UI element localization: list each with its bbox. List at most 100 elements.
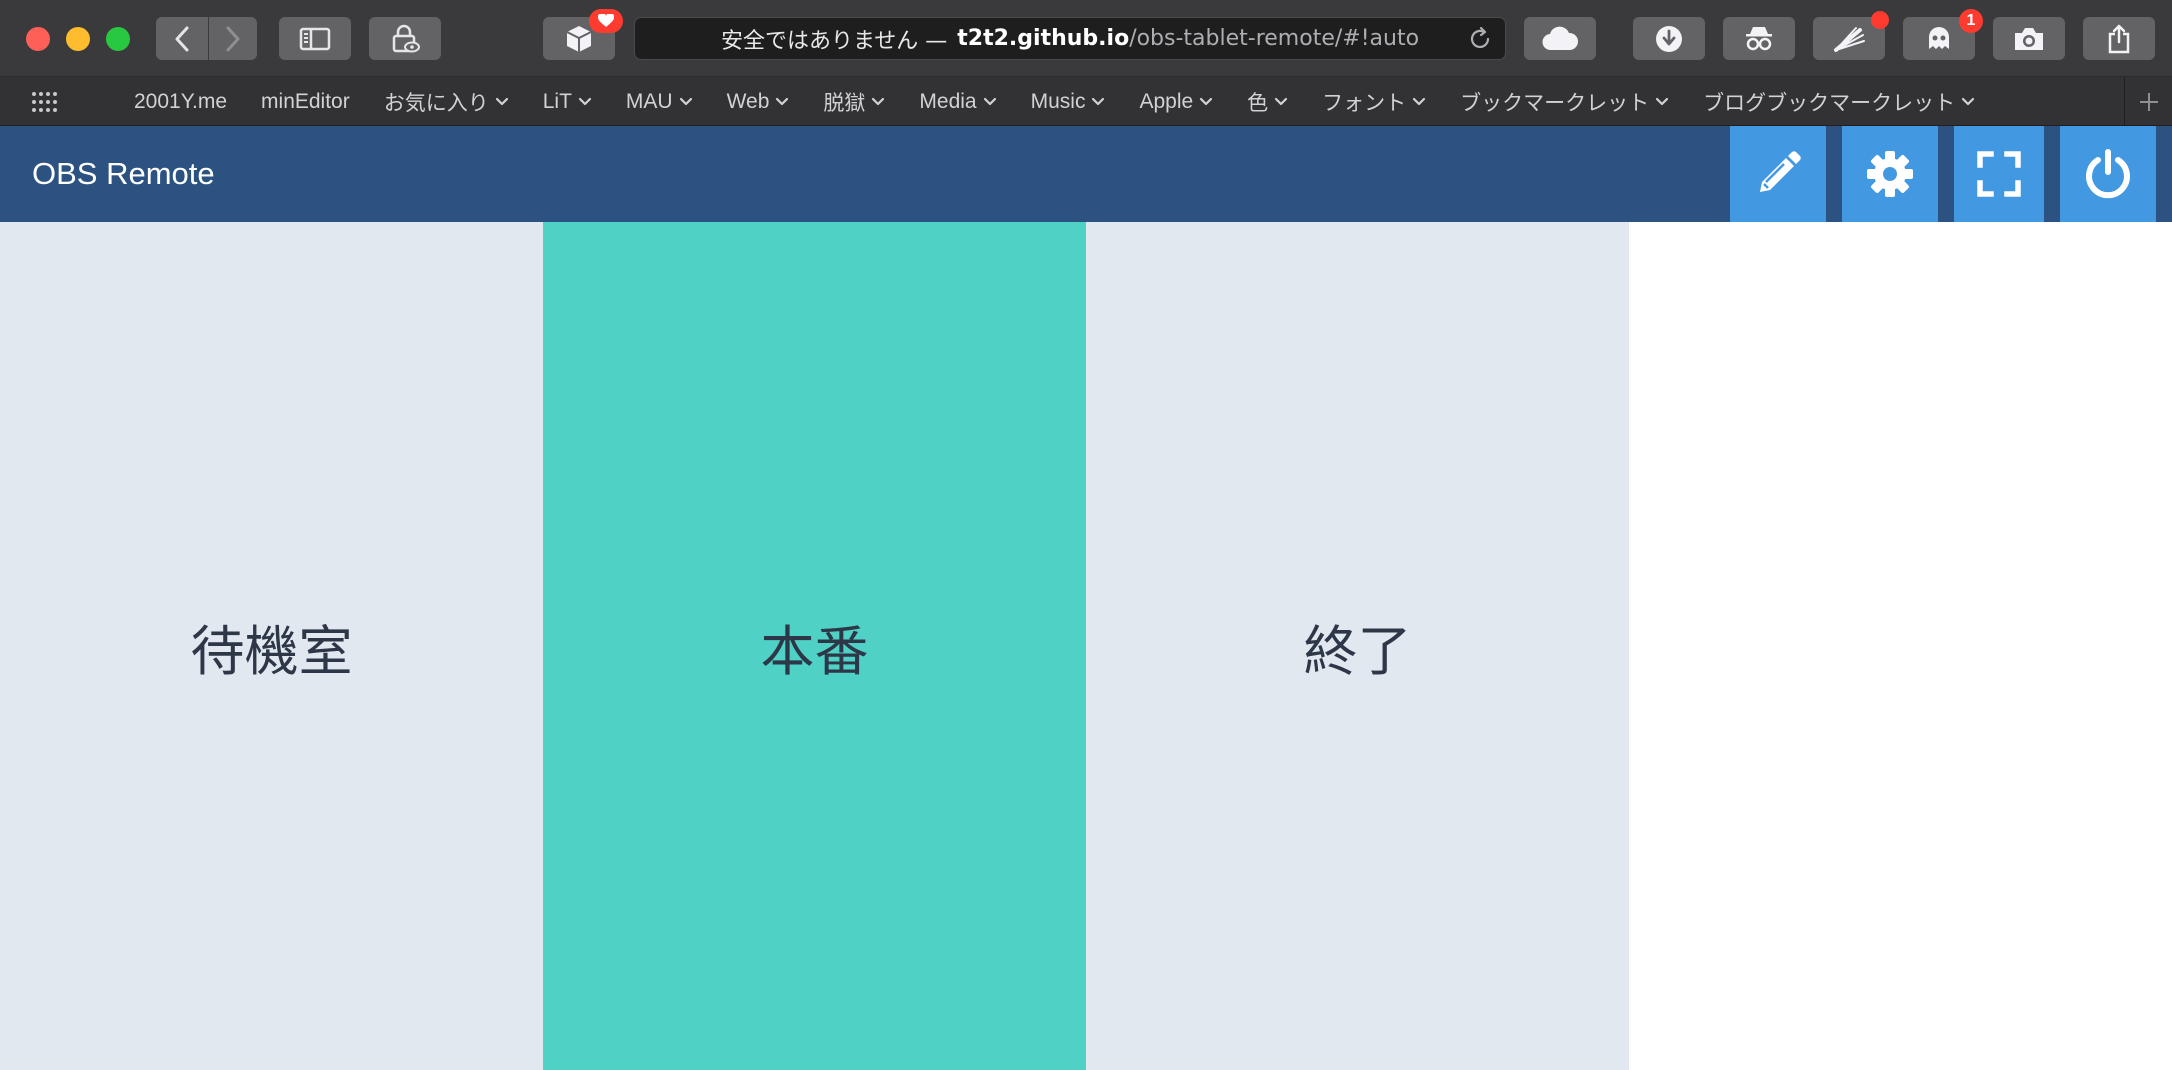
gear-icon xyxy=(1867,151,1913,197)
scene-tile[interactable]: 終了 xyxy=(1086,222,1629,1070)
scene-label: 終了 xyxy=(1303,619,1412,683)
bookmark-label: minEditor xyxy=(261,89,350,113)
bookmark-item[interactable]: フォント xyxy=(1322,87,1426,117)
chevron-down-icon xyxy=(1275,97,1288,105)
scene-tile-active[interactable]: 本番 xyxy=(543,222,1086,1070)
cloud-icon xyxy=(1542,26,1579,50)
heart-badge xyxy=(589,9,623,33)
bookmark-label: ブックマークレット xyxy=(1460,91,1650,115)
minimize-window-button[interactable] xyxy=(66,27,90,51)
bookmark-list: 2001Y.me minEditor お気に入り LiT MAU Web 脱獄 Media Mu… xyxy=(134,77,2009,126)
icloud-tabs-button[interactable] xyxy=(1524,17,1596,60)
disconnect-button[interactable] xyxy=(2060,126,2156,222)
extension-count-badge: 1 xyxy=(1959,9,1983,33)
scene-grid: 待機室 本番 終了 xyxy=(0,222,2172,1070)
bookmark-label: ブログブックマークレット xyxy=(1703,91,1956,115)
chevron-down-icon xyxy=(776,97,789,105)
forward-button[interactable] xyxy=(209,17,257,60)
notification-dot xyxy=(1871,11,1889,29)
swatch-fan-icon xyxy=(1834,26,1865,52)
sidebar-icon xyxy=(299,27,331,50)
app-header: OBS Remote xyxy=(0,126,2172,222)
chevron-down-icon xyxy=(983,97,996,105)
bookmark-label: 脱獄 xyxy=(823,91,866,115)
chevron-down-icon xyxy=(578,97,592,105)
new-tab-button[interactable] xyxy=(2124,77,2172,126)
chevron-down-icon xyxy=(872,97,885,105)
bookmark-label: Media xyxy=(919,89,977,113)
share-button[interactable] xyxy=(2083,17,2155,60)
bookmark-label: Apple xyxy=(1139,89,1194,113)
screenshot-button[interactable] xyxy=(1993,17,2065,60)
bookmark-label: フォント xyxy=(1322,91,1407,115)
bookmark-item[interactable]: Apple xyxy=(1139,90,1213,114)
url-path: /obs-tablet-remote/#!auto xyxy=(1129,26,1420,51)
reload-button[interactable] xyxy=(1467,26,1493,58)
chevron-down-icon xyxy=(1092,97,1105,105)
chevron-down-icon xyxy=(1413,97,1426,105)
ghost-icon xyxy=(1929,26,1949,49)
downloads-button[interactable] xyxy=(1633,17,1705,60)
bookmarks-bar: 2001Y.me minEditor お気に入り LiT MAU Web 脱獄 Media Mu… xyxy=(0,77,2172,126)
bookmark-item[interactable]: MAU xyxy=(626,90,693,114)
security-warning: 安全ではありません — xyxy=(720,28,948,54)
extension-box-button[interactable] xyxy=(543,9,623,60)
chevron-down-icon xyxy=(1656,97,1669,105)
extension-fan-button[interactable] xyxy=(1813,11,1889,60)
back-button[interactable] xyxy=(156,17,208,60)
power-icon xyxy=(2086,149,2130,199)
bookmark-item[interactable]: Music xyxy=(1031,90,1106,114)
bookmark-label: 2001Y.me xyxy=(134,89,228,113)
address-bar[interactable]: 安全ではありません — t2t2.github.io/obs-tablet-re… xyxy=(634,17,1506,60)
url-host: t2t2.github.io xyxy=(957,26,1130,51)
pencil-icon xyxy=(1760,151,1801,192)
share-icon xyxy=(2108,24,2130,53)
fullscreen-icon xyxy=(1977,151,2021,197)
bookmark-item[interactable]: ブログブックマークレット xyxy=(1703,87,1975,117)
heart-icon xyxy=(598,14,614,27)
chevron-left-icon xyxy=(175,26,189,51)
lock-eye-icon xyxy=(392,24,420,52)
bookmark-label: お気に入り xyxy=(383,91,489,115)
scene-tile[interactable]: 待機室 xyxy=(0,222,543,1070)
browser-toolbar: 安全ではありません — t2t2.github.io/obs-tablet-re… xyxy=(0,0,2172,77)
download-icon xyxy=(1656,25,1682,52)
bookmark-label: LiT xyxy=(542,89,572,113)
bookmark-item[interactable]: minEditor xyxy=(261,90,350,114)
sidebar-toggle-button[interactable] xyxy=(279,17,351,60)
camera-icon xyxy=(2015,27,2043,50)
chevron-right-icon xyxy=(226,26,240,51)
chevron-down-icon xyxy=(1962,97,1975,105)
bookmark-item[interactable]: Media xyxy=(919,90,996,114)
bookmark-label: 色 xyxy=(1247,91,1269,115)
plus-icon xyxy=(2139,92,2158,111)
scene-label: 待機室 xyxy=(190,619,353,683)
extension-incognito-button[interactable] xyxy=(1723,17,1795,60)
reload-icon xyxy=(1470,26,1490,48)
scene-label: 本番 xyxy=(760,619,869,683)
bookmark-item[interactable]: LiT xyxy=(543,90,592,114)
bookmark-item[interactable]: Web xyxy=(727,90,790,114)
bookmark-item[interactable]: 脱獄 xyxy=(823,87,885,117)
grid-icon xyxy=(32,92,57,112)
bookmark-item[interactable]: お気に入り xyxy=(384,87,509,117)
privacy-report-button[interactable] xyxy=(369,17,441,60)
bookmark-item[interactable]: 2001Y.me xyxy=(134,90,227,114)
bookmark-item[interactable]: 色 xyxy=(1247,87,1288,117)
settings-button[interactable] xyxy=(1842,126,1938,222)
extension-ghostery-button[interactable]: 1 xyxy=(1903,9,1983,60)
chevron-down-icon xyxy=(1200,97,1213,105)
favorites-grid-button[interactable] xyxy=(30,90,60,118)
bookmark-label: Music xyxy=(1030,89,1086,113)
chevron-down-icon xyxy=(495,97,508,105)
close-window-button[interactable] xyxy=(26,27,50,51)
bookmark-item[interactable]: ブックマークレット xyxy=(1460,87,1669,117)
bookmark-label: MAU xyxy=(625,89,673,113)
edit-button[interactable] xyxy=(1730,126,1826,222)
zoom-window-button[interactable] xyxy=(106,27,130,51)
chevron-down-icon xyxy=(679,97,692,105)
spy-glasses-icon xyxy=(1746,26,1772,50)
app-title: OBS Remote xyxy=(32,156,215,191)
bookmark-label: Web xyxy=(726,89,770,113)
fullscreen-button[interactable] xyxy=(1954,126,2044,222)
